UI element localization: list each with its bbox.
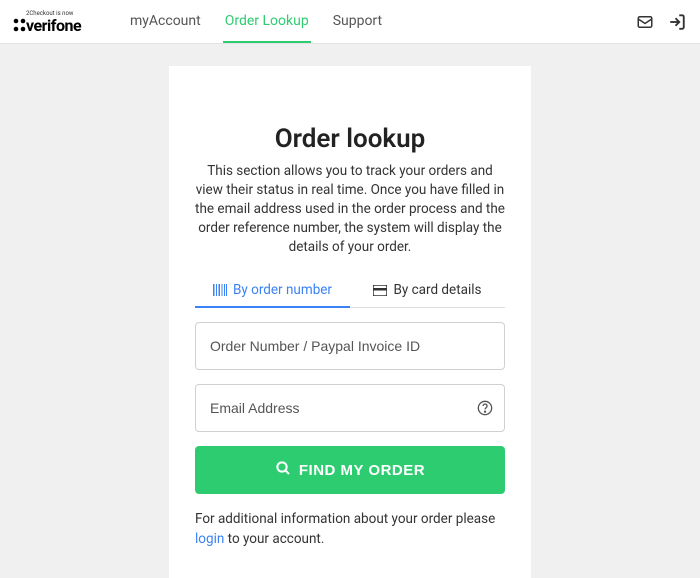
page-title: Order lookup — [195, 124, 505, 154]
order-number-field — [195, 322, 505, 370]
order-number-input[interactable] — [195, 322, 505, 370]
nav-order-lookup[interactable]: Order Lookup — [223, 0, 311, 43]
login-icon[interactable] — [668, 13, 686, 31]
find-my-order-label: Find my order — [299, 462, 425, 479]
brand-logo: 2Checkout is now verifone — [12, 7, 110, 37]
page-description: This section allows you to track your or… — [195, 162, 505, 256]
lookup-tabs: By order number By card details — [195, 274, 505, 308]
help-icon[interactable] — [477, 400, 493, 416]
barcode-icon — [213, 284, 227, 296]
tab-by-order-number[interactable]: By order number — [195, 274, 350, 308]
search-icon — [275, 460, 291, 480]
card-icon — [373, 285, 387, 296]
brand-name: verifone — [26, 16, 82, 35]
email-input[interactable] — [195, 384, 505, 432]
email-field — [195, 384, 505, 432]
nav-support[interactable]: Support — [331, 0, 384, 43]
footnote: For additional information about your or… — [195, 510, 505, 549]
order-lookup-card: Order lookup This section allows you to … — [169, 66, 531, 578]
inbox-icon[interactable] — [636, 13, 654, 31]
nav: myAccount Order Lookup Support — [128, 0, 384, 43]
tab-by-card-label: By card details — [393, 282, 481, 298]
tab-by-order-label: By order number — [233, 282, 332, 298]
topbar: 2Checkout is now verifone myAccount Orde… — [0, 0, 700, 44]
footnote-prefix: For additional information about your or… — [195, 511, 495, 527]
login-link[interactable]: login — [195, 531, 224, 547]
nav-myaccount[interactable]: myAccount — [128, 0, 203, 43]
main: Order lookup This section allows you to … — [0, 44, 700, 578]
tab-by-card-details[interactable]: By card details — [350, 274, 505, 308]
find-my-order-button[interactable]: Find my order — [195, 446, 505, 494]
footnote-suffix: to your account. — [224, 531, 324, 547]
